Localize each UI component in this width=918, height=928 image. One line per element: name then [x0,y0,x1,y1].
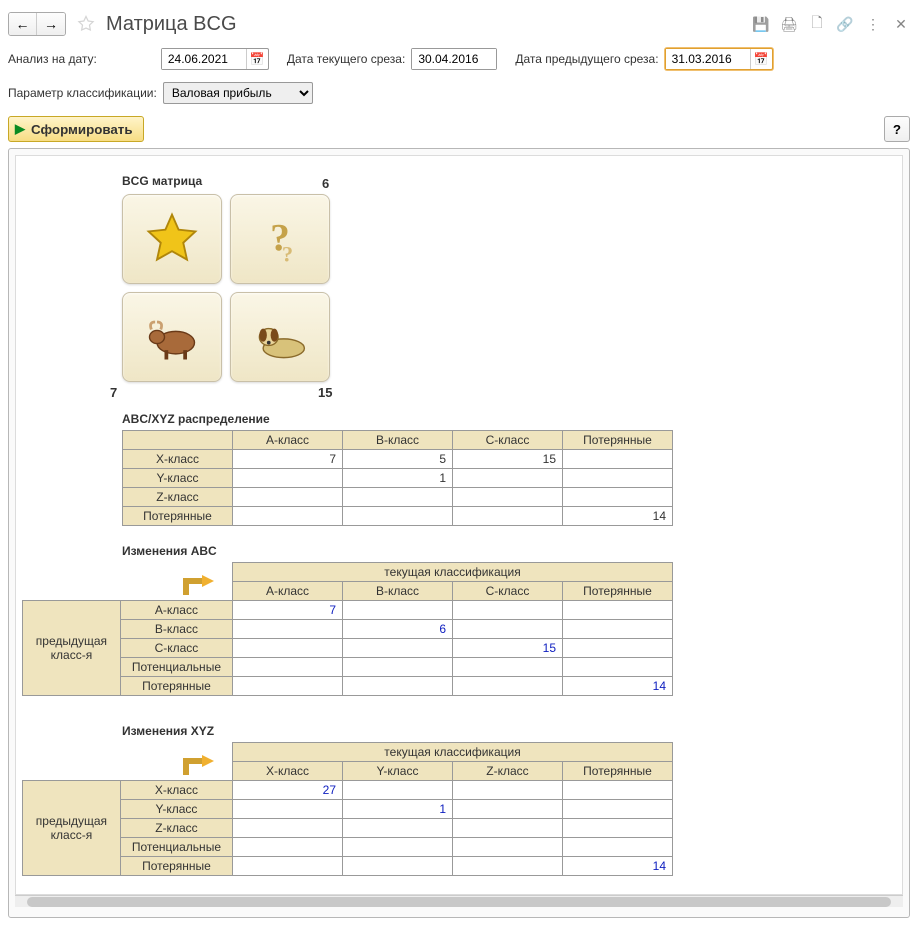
previous-slice-label: Дата предыдущего среза: [515,52,658,66]
help-button[interactable]: ? [884,116,910,142]
abcxyz-title: ABC/XYZ распределение [122,412,896,426]
more-icon[interactable]: ⋮ [864,15,882,33]
arrow-icon [178,571,218,599]
close-icon[interactable]: ✕ [892,15,910,33]
abcxyz-table: А-класс B-класс C-класс Потерянные X-кла… [122,430,673,526]
previous-slice-input[interactable] [666,49,750,69]
link-icon[interactable]: 🔗 [836,15,854,33]
svg-text:?: ? [282,242,293,267]
bcg-tile-star[interactable] [122,194,222,284]
bcg-tile-dog[interactable] [230,292,330,382]
analysis-date-label: Анализ на дату: [8,52,97,66]
question-icon: ?? [250,209,310,269]
param-select[interactable]: Валовая прибыль [163,82,313,104]
form-report-button[interactable]: ▶ Сформировать [8,116,144,142]
abc-change-table: текущая классификация А-класс B-класс C-… [22,562,673,696]
xyz-change-title: Изменения XYZ [122,724,896,738]
nav-forward-button[interactable]: → [37,13,65,35]
current-slice-label: Дата текущего среза: [287,52,405,66]
favorite-star-icon[interactable] [76,14,96,34]
report-area[interactable]: BCG матрица 6 ?? [15,155,903,895]
preview-icon[interactable]: 🗋 [808,15,826,33]
bcg-count-cow: 7 [110,385,117,400]
param-label: Параметр классификации: [8,86,157,100]
print-icon[interactable]: 🖨 [780,15,798,33]
calendar-icon[interactable]: 📅 [750,49,772,69]
analysis-date-input[interactable] [162,49,246,69]
nav-back-button[interactable]: ← [9,13,37,35]
play-icon: ▶ [15,121,25,137]
bcg-title: BCG матрица [122,174,896,188]
cow-icon [142,307,202,367]
star-icon [142,209,202,269]
arrow-icon [178,751,218,779]
current-slice-input[interactable] [412,49,496,69]
dog-icon [250,307,310,367]
horizontal-scrollbar[interactable] [15,895,903,907]
bcg-count-dog: 15 [318,385,332,400]
abc-change-title: Изменения ABC [122,544,896,558]
calendar-icon[interactable]: 📅 [246,49,268,69]
bcg-tile-question[interactable]: ?? [230,194,330,284]
bcg-count-question: 6 [322,176,329,191]
bcg-tile-cow[interactable] [122,292,222,382]
save-icon[interactable]: 💾 [752,15,770,33]
page-title: Матрица BCG [106,13,237,36]
xyz-change-table: текущая классификация X-класс Y-класс Z-… [22,742,673,876]
